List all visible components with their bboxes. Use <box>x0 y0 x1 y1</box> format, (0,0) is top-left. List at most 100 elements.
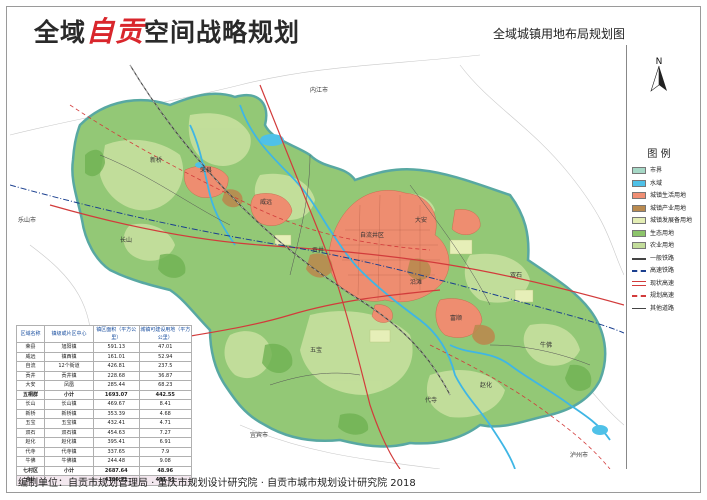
map-label: 乐山市 <box>18 217 37 224</box>
table-cell: 双石 <box>16 427 45 438</box>
legend-swatch <box>632 270 646 272</box>
table-header: 区域名称 <box>16 325 45 343</box>
legend-swatch <box>632 295 646 297</box>
table-row: 代寺 代寺镇 337.65 7.9 <box>16 446 192 457</box>
legend-item: 现状高速 <box>632 278 692 290</box>
subtotal-row: 五桐群 小计 1693.07 442.55 <box>16 389 192 400</box>
table-cell: 228.68 <box>93 370 140 381</box>
legend-label: 其他道路 <box>650 304 675 312</box>
table-cell: 426.81 <box>93 361 140 372</box>
table-cell: 镇西镇 <box>44 351 94 362</box>
map-label: 双石 <box>510 272 523 279</box>
table-cell: 五宝 <box>16 418 45 429</box>
map-label: 荣县 <box>200 167 213 174</box>
legend-item: 一般铁路 <box>632 253 692 265</box>
table-cell: 五宝镇 <box>44 418 94 429</box>
table-row: 威远 镇西镇 161.01 52.94 <box>16 351 192 362</box>
table-cell: 244.48 <box>93 456 140 467</box>
legend-swatch <box>632 179 646 187</box>
table-cell: 395.41 <box>93 437 140 448</box>
table-cell: 新桥镇 <box>44 408 94 419</box>
legend-label: 城镇发展备用地 <box>650 217 693 224</box>
table-cell: 小计 <box>44 389 94 400</box>
map-label: 自流井区 <box>360 232 385 239</box>
table-cell: 贡井镇 <box>44 370 94 381</box>
table-cell: 8.41 <box>138 399 192 410</box>
table-row: 牛佛 牛佛镇 244.48 9.08 <box>16 456 192 467</box>
map-label: 牛佛 <box>540 342 553 349</box>
statistics-table: 区域名称 镇级或片区中心 镇区面积（平方公里） 城镇可建设用地（平方公里） 荣县… <box>16 325 192 486</box>
legend-item: 其他道路 <box>632 303 692 315</box>
table-cell: 454.63 <box>93 427 140 438</box>
legend-item: 规划高速 <box>632 290 692 302</box>
legend-swatch <box>632 204 646 212</box>
table-cell: 1693.07 <box>93 389 140 400</box>
legend-item: 城镇生活用地 <box>632 190 692 202</box>
table-row: 大安 凤凰 285.44 68.23 <box>16 380 192 391</box>
table-cell: 代寺镇 <box>44 446 94 457</box>
map-subtitle: 全域城镇用地布局规划图 <box>493 27 626 41</box>
map-label: 宜宾市 <box>250 432 269 439</box>
table-row: 自流 12个街道 426.81 237.5 <box>16 361 192 372</box>
table-cell: 12个街道 <box>44 361 94 372</box>
table-cell: 9.08 <box>138 456 192 467</box>
legend-label: 城镇生活用地 <box>650 192 687 199</box>
legend-swatch <box>632 192 646 199</box>
map-label: 威远 <box>260 199 273 206</box>
map-label: 长山 <box>120 237 133 244</box>
map-label: 贡井 <box>312 247 325 254</box>
table-cell: 7.9 <box>138 446 192 457</box>
table-cell: 赵化 <box>16 437 45 448</box>
table-cell: 威远 <box>16 351 45 362</box>
table-cell: 双石镇 <box>44 427 94 438</box>
table-header: 镇区面积（平方公里） <box>93 325 140 343</box>
legend-swatch <box>632 307 646 309</box>
legend-swatch <box>632 257 646 260</box>
map-label: 赵化 <box>480 382 493 389</box>
table-row: 长山 长山镇 469.67 8.41 <box>16 399 192 410</box>
table-cell: 代寺 <box>16 446 45 457</box>
table-cell: 337.65 <box>93 446 140 457</box>
map-label: 大安 <box>415 217 428 224</box>
table-cell: 赵化镇 <box>44 437 94 448</box>
table-cell: 469.67 <box>93 399 140 410</box>
map-label: 沿滩 <box>410 279 423 286</box>
north-label: N <box>656 57 663 67</box>
map-label: 富顺 <box>450 315 463 322</box>
legend-item: 市界 <box>632 165 692 177</box>
map-label: 五宝 <box>310 347 323 354</box>
table-cell: 7.27 <box>138 427 192 438</box>
legend-item: 水域 <box>632 178 692 190</box>
legend-label: 市界 <box>650 167 663 174</box>
legend-item: 生态用地 <box>632 228 692 240</box>
map-label: 新桥 <box>150 157 163 164</box>
table-cell: 442.55 <box>138 389 192 400</box>
table-cell: 贡井 <box>16 370 45 381</box>
table-cell: 牛佛镇 <box>44 456 94 467</box>
legend-swatch <box>632 229 646 237</box>
footer-credits: 编制单位：自贡市规划管理局 · 重庆市规划设计研究院 · 自贡市城市规划设计研究… <box>18 478 416 489</box>
legend-title: 图 例 <box>647 149 671 160</box>
legend-swatch <box>632 167 646 174</box>
table-header: 城镇可建设用地（平方公里） <box>138 325 192 343</box>
table-cell: 47.01 <box>138 342 192 353</box>
table-cell: 旭阳镇 <box>44 342 94 353</box>
table-cell: 自流 <box>16 361 45 372</box>
legend-label: 现状高速 <box>650 279 675 287</box>
table-cell: 36.87 <box>138 370 192 381</box>
legend-swatch <box>632 217 646 224</box>
legend-item: 农业用地 <box>632 240 692 252</box>
table-cell: 五桐群 <box>16 389 45 400</box>
north-arrow-icon: N <box>645 55 673 99</box>
table-row: 五宝 五宝镇 432.41 4.71 <box>16 418 192 429</box>
legend-swatch <box>632 242 646 249</box>
table-row: 双石 双石镇 454.63 7.27 <box>16 427 192 438</box>
legend-label: 生态用地 <box>650 229 675 237</box>
legend-label: 城镇产业用地 <box>650 204 687 212</box>
table-cell: 237.5 <box>138 361 192 372</box>
legend-panel: N 图 例 市界水域城镇生活用地 城镇产业用地 城镇发展备用地 生态用地农业用地 一般铁… <box>626 45 693 469</box>
map-label: 代寺 <box>425 397 438 404</box>
table-cell: 591.13 <box>93 342 140 353</box>
table-cell: 353.39 <box>93 408 140 419</box>
legend-label: 规划高速 <box>650 292 675 299</box>
